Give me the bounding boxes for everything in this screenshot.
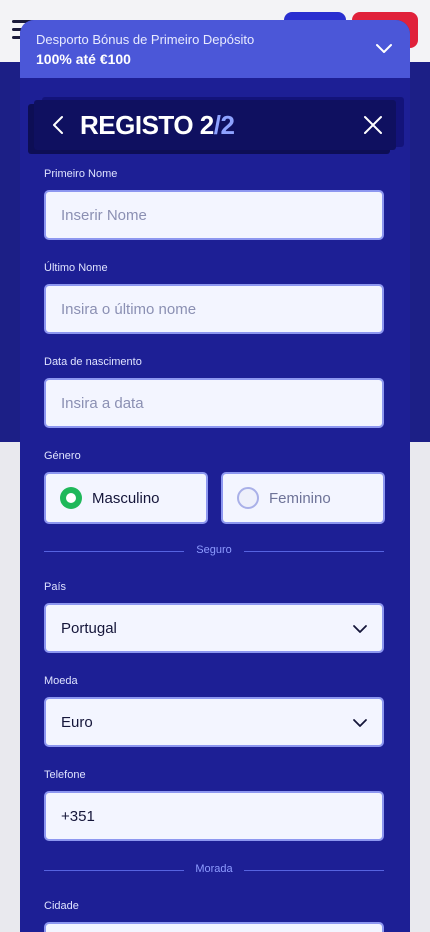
last-name-placeholder: Insira o último nome: [61, 301, 197, 318]
birth-date-label: Data de nascimento: [44, 356, 142, 368]
chevron-down-icon: [353, 719, 367, 727]
page-title: REGISTO 2/2: [80, 110, 235, 141]
section-divider-secure: Seguro: [44, 544, 384, 558]
section-divider-address: Morada: [44, 863, 384, 877]
birth-date-placeholder: Insira a data: [61, 395, 144, 412]
gender-option-label: Masculino: [92, 490, 160, 507]
country-select[interactable]: Portugal: [44, 603, 384, 653]
birth-date-field[interactable]: Insira a data: [44, 378, 384, 428]
radio-selected-icon[interactable]: [60, 487, 82, 509]
phone-field[interactable]: +351: [44, 791, 384, 841]
currency-select[interactable]: Euro: [44, 697, 384, 747]
phone-value: +351: [61, 808, 95, 825]
first-name-placeholder: Inserir Nome: [61, 207, 147, 224]
registration-modal: Desporto Bónus de Primeiro Depósito 100%…: [20, 20, 410, 932]
phone-label: Telefone: [44, 769, 86, 781]
currency-value: Euro: [61, 714, 93, 731]
first-name-field[interactable]: Inserir Nome: [44, 190, 384, 240]
radio-unselected-icon[interactable]: [237, 487, 259, 509]
close-icon[interactable]: [360, 112, 386, 138]
chevron-down-icon[interactable]: [374, 38, 394, 58]
gender-option-female[interactable]: Feminino: [221, 472, 385, 524]
city-field[interactable]: [44, 922, 384, 932]
registration-header: REGISTO 2/2: [34, 100, 396, 150]
chevron-down-icon: [353, 625, 367, 633]
back-arrow-icon[interactable]: [46, 112, 72, 138]
divider-line: [244, 870, 384, 871]
last-name-label: Último Nome: [44, 262, 108, 274]
divider-line: [244, 551, 384, 552]
divider-label: Morada: [195, 863, 233, 875]
bonus-title: Desporto Bónus de Primeiro Depósito: [36, 32, 255, 47]
title-text: REGISTO 2: [80, 110, 214, 140]
bonus-value: 100% até €100: [36, 51, 131, 67]
currency-label: Moeda: [44, 675, 78, 687]
city-label: Cidade: [44, 900, 79, 912]
bonus-banner[interactable]: Desporto Bónus de Primeiro Depósito 100%…: [20, 20, 410, 78]
gender-option-label: Feminino: [269, 490, 331, 507]
first-name-label: Primeiro Nome: [44, 168, 118, 180]
gender-option-male[interactable]: Masculino: [44, 472, 208, 524]
gender-label: Género: [44, 450, 81, 462]
country-value: Portugal: [61, 620, 117, 637]
divider-label: Seguro: [196, 544, 232, 556]
last-name-field[interactable]: Insira o último nome: [44, 284, 384, 334]
country-label: País: [44, 581, 67, 593]
step-counter: /2: [213, 110, 235, 140]
